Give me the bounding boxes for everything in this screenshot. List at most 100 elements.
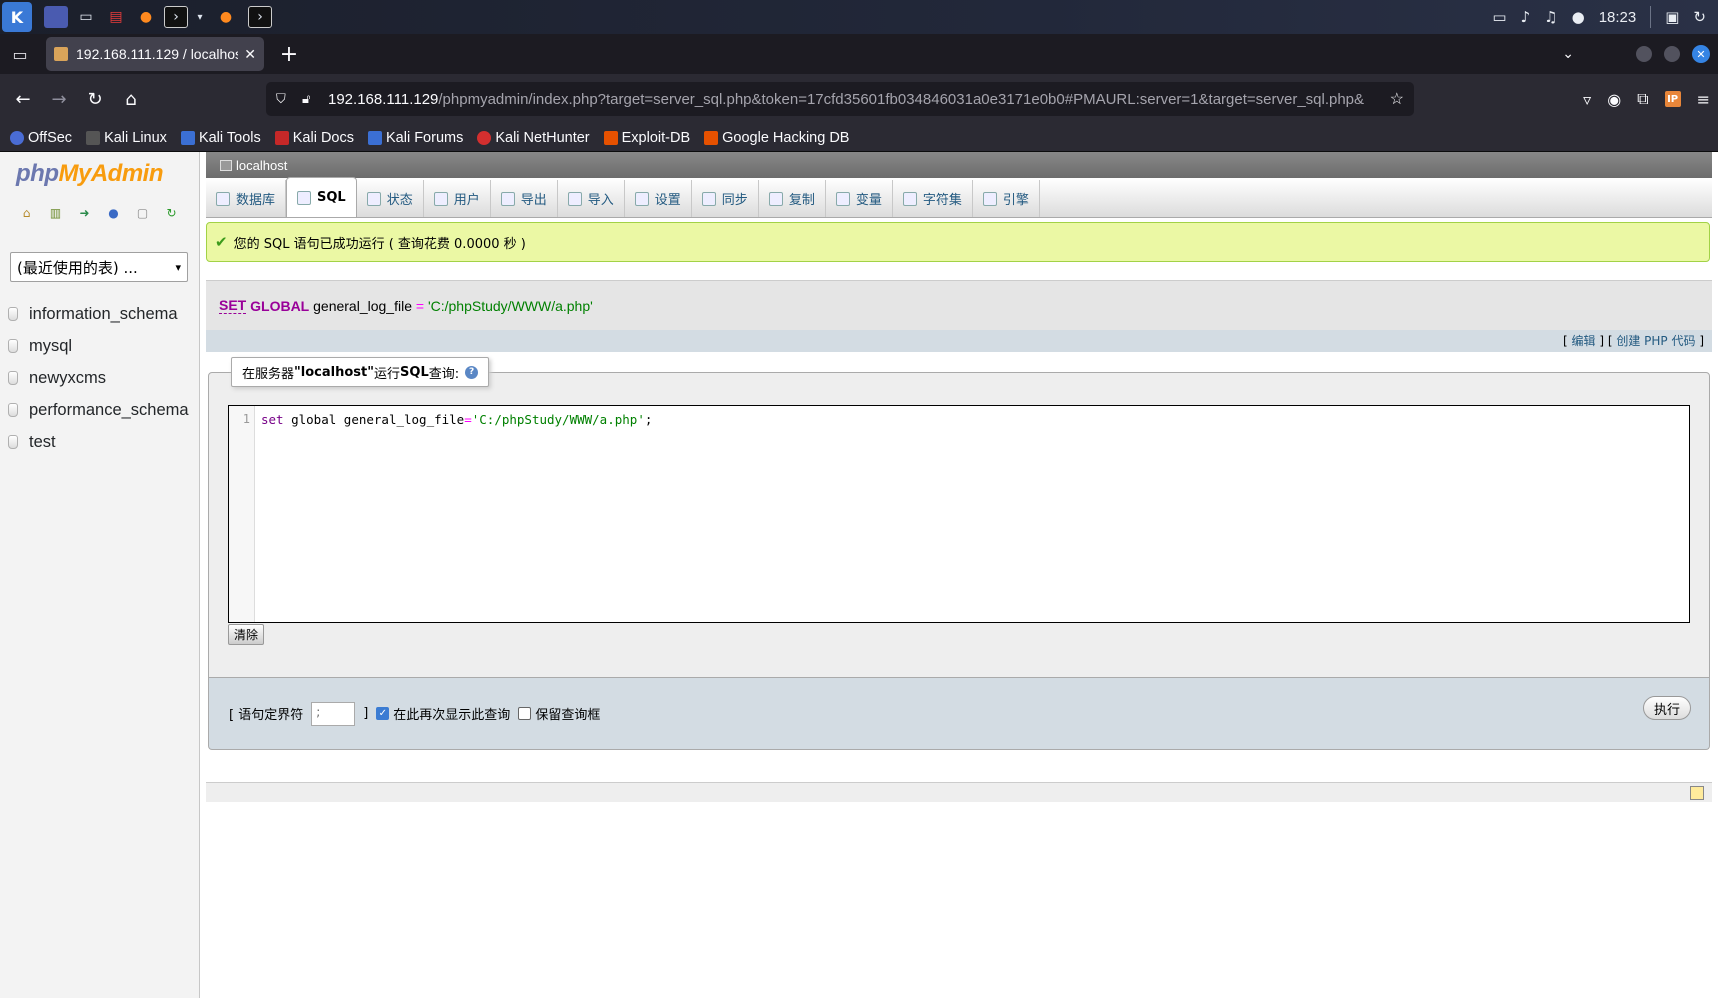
refresh-icon[interactable]: ↻	[163, 204, 180, 221]
breadcrumb-server[interactable]: localhost	[236, 158, 287, 173]
tab-import[interactable]: 导入	[558, 180, 625, 217]
ip-extension-icon[interactable]: IP	[1664, 91, 1681, 107]
keep-query-box-checkbox[interactable]	[518, 707, 532, 720]
text-editor-icon[interactable]: ▤	[104, 6, 128, 28]
bookmark-kali-docs[interactable]: Kali Docs	[274, 130, 354, 146]
bookmark-kali-linux[interactable]: Kali Linux	[86, 130, 167, 146]
sql-query-fieldset: 在服务器 "localhost" 运行 SQL 查询: ? 1 set glob…	[208, 357, 1710, 678]
network-icon[interactable]: ●	[1572, 8, 1585, 26]
tab-replication[interactable]: 复制	[759, 180, 826, 217]
query-options-footer: [ 语句定界符 ; ] ✓ 在此再次显示此查询 保留查询框 执行	[208, 678, 1710, 750]
clear-button[interactable]: 清除	[228, 624, 265, 645]
tab-users[interactable]: 用户	[424, 180, 491, 217]
query-window-icon[interactable]: ➜	[76, 204, 93, 221]
chevron-down-icon[interactable]: ⌄	[1562, 46, 1574, 62]
charset-icon	[902, 191, 917, 206]
create-php-code-link[interactable]: 创建 PHP 代码	[1616, 334, 1695, 348]
navigation-bar: ← → ↻ ⌂ ⛉ 🔓︎ 192.168.111.129 /phpmyadmin…	[0, 74, 1718, 124]
terminal-running-icon[interactable]: ›	[248, 6, 272, 28]
sql-code[interactable]: set global general_log_file='C:/phpStudy…	[261, 412, 652, 427]
bookmark-exploit-db[interactable]: Exploit-DB	[603, 130, 690, 146]
firefox-icon[interactable]: ●	[134, 6, 158, 28]
workspace-icon[interactable]	[44, 6, 68, 28]
close-icon[interactable]: ✕	[244, 46, 256, 63]
clock[interactable]: 18:23	[1599, 9, 1637, 26]
bookmark-offsec[interactable]: OffSec	[10, 130, 72, 146]
sql-keyword-global: GLOBAL	[250, 297, 310, 314]
tab-settings[interactable]: 设置	[625, 180, 692, 217]
kali-menu-icon[interactable]: K	[2, 2, 32, 32]
pocket-icon[interactable]: ▿	[1583, 90, 1591, 109]
console-icon[interactable]	[1690, 786, 1704, 800]
forward-button[interactable]: →	[42, 82, 76, 116]
account-icon[interactable]: ◉	[1607, 90, 1621, 109]
tab-synchronize[interactable]: 同步	[692, 180, 759, 217]
tab-databases[interactable]: 数据库	[206, 180, 287, 217]
database-icon	[8, 307, 18, 321]
tab-charset[interactable]: 字符集	[893, 180, 973, 217]
kali-docs-icon	[274, 130, 289, 145]
back-button[interactable]: ←	[6, 82, 40, 116]
bookmark-kali-nethunter[interactable]: Kali NetHunter	[477, 130, 590, 146]
phpmyadmin-logo[interactable]: phpMyAdmin	[16, 160, 163, 188]
new-tab-button[interactable]: +	[274, 39, 304, 69]
tab-list-icon[interactable]: ▭	[2, 36, 38, 72]
home-button[interactable]: ⌂	[114, 82, 148, 116]
help-icon[interactable]: ?	[465, 365, 479, 379]
bookmark-google-hacking-db[interactable]: Google Hacking DB	[704, 130, 849, 146]
tab-sql[interactable]: SQL	[286, 177, 357, 217]
file-manager-icon[interactable]: ▭	[74, 6, 98, 28]
display-icon[interactable]: ▭	[1492, 8, 1506, 26]
import-icon	[567, 191, 582, 206]
extensions-icon[interactable]: ⧉	[1637, 89, 1648, 109]
db-item-test[interactable]: test	[8, 426, 200, 458]
hamburger-menu-icon[interactable]: ≡	[1697, 90, 1710, 109]
url-bar[interactable]: ⛉ 🔓︎ 192.168.111.129 /phpmyadmin/index.p…	[266, 82, 1414, 116]
database-icon	[216, 191, 230, 206]
show-again-checkbox[interactable]: ✓	[376, 707, 390, 720]
db-item-mysql[interactable]: mysql	[8, 330, 200, 362]
tab-title: 192.168.111.129 / localhost	[76, 46, 239, 62]
browser-tab-active[interactable]: 192.168.111.129 / localhost ✕	[46, 37, 264, 71]
executed-sql: SET GLOBAL general_log_file = 'C:/phpStu…	[206, 280, 1712, 330]
bookmark-kali-forums[interactable]: Kali Forums	[367, 130, 463, 146]
recent-tables-select[interactable]: (最近使用的表) ... ▾	[10, 252, 188, 282]
copy-icon[interactable]: ▢	[134, 204, 151, 221]
delimiter-label: [ 语句定界符	[229, 708, 304, 723]
chevron-down-icon[interactable]: ▾	[194, 6, 206, 28]
firefox-running-icon[interactable]: ●	[214, 6, 238, 28]
sql-action-links: [ 编辑 ] [ 创建 PHP 代码 ]	[206, 330, 1712, 352]
notification-bell-icon[interactable]: ♫	[1544, 8, 1557, 26]
home-icon[interactable]: ⌂	[18, 204, 35, 221]
logout-icon[interactable]: ▥	[47, 204, 64, 221]
shield-icon[interactable]: ⛉	[276, 91, 294, 107]
minimize-button[interactable]	[1636, 46, 1652, 62]
tab-export[interactable]: 导出	[491, 180, 558, 217]
docs-icon[interactable]: ●	[105, 204, 122, 221]
line-number-gutter: 1	[229, 406, 255, 622]
tab-variables[interactable]: 变量	[826, 180, 893, 217]
db-item-newyxcms[interactable]: newyxcms	[8, 362, 200, 394]
volume-icon[interactable]: ♪	[1521, 8, 1531, 26]
delimiter-input[interactable]: ;	[311, 701, 356, 726]
db-item-performance-schema[interactable]: performance_schema	[8, 394, 200, 426]
tab-status[interactable]: 状态	[357, 180, 424, 217]
db-item-information-schema[interactable]: information_schema	[8, 298, 200, 330]
export-icon	[500, 191, 515, 206]
nethunter-icon	[477, 130, 492, 145]
sql-keyword-set[interactable]: SET	[219, 297, 247, 314]
reload-button[interactable]: ↻	[78, 82, 112, 116]
insecure-lock-icon[interactable]: 🔓︎	[302, 91, 320, 107]
terminal-icon[interactable]: ›	[164, 6, 188, 28]
sql-editor[interactable]: 1 set global general_log_file='C:/phpStu…	[228, 405, 1690, 623]
window-close-button[interactable]: ✕	[1692, 45, 1710, 63]
maximize-button[interactable]	[1664, 46, 1680, 62]
bookmark-kali-tools[interactable]: Kali Tools	[180, 130, 261, 146]
bookmark-star-icon[interactable]: ☆	[1390, 89, 1404, 109]
go-button[interactable]: 执行	[1642, 696, 1691, 720]
engine-icon	[982, 191, 997, 206]
edit-link[interactable]: 编辑	[1572, 334, 1596, 348]
power-icon[interactable]: ↻	[1693, 8, 1706, 26]
tab-engines[interactable]: 引擎	[973, 180, 1040, 217]
lock-icon[interactable]: ▣	[1665, 8, 1679, 26]
